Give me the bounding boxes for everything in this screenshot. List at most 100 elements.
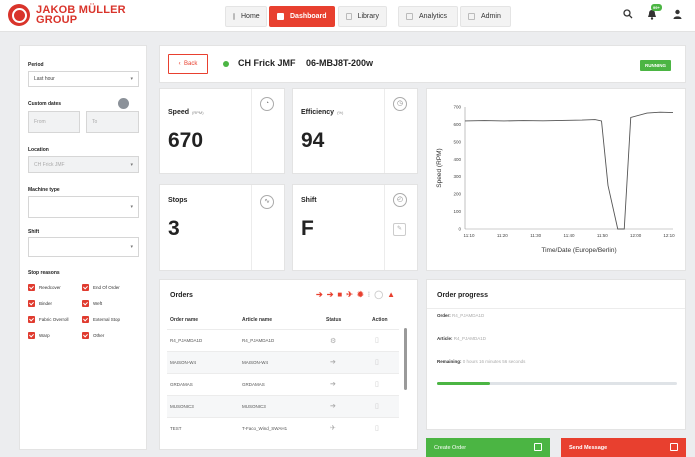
location-label: Location bbox=[28, 147, 49, 153]
nav-analytics[interactable]: Analytics bbox=[398, 6, 458, 27]
checkbox-checked-icon[interactable] bbox=[28, 316, 35, 323]
shift-label: Shift bbox=[28, 229, 40, 235]
pulse-icon: ∿ bbox=[260, 195, 274, 209]
shift-select[interactable]: ▾ bbox=[28, 237, 139, 257]
stops-value: 3 bbox=[168, 217, 180, 240]
x-tick-label: 11:40 bbox=[564, 233, 575, 238]
scrollbar[interactable] bbox=[404, 328, 407, 390]
checkbox-checked-icon[interactable] bbox=[82, 284, 89, 291]
order-progress-card: Order progress Order: R4_PJAMDA1D Articl… bbox=[426, 279, 686, 430]
nav-admin[interactable]: Admin bbox=[460, 6, 511, 27]
status-forward-icon: ➔ bbox=[330, 403, 336, 410]
add-icon bbox=[534, 443, 542, 451]
stops-card: Stops 3 ∿ bbox=[159, 184, 285, 271]
user-icon[interactable] bbox=[670, 9, 684, 23]
stop-reason-checkbox[interactable]: Reedcover bbox=[28, 284, 61, 291]
search-icon[interactable] bbox=[621, 9, 635, 23]
col-article-name: Article name bbox=[242, 317, 273, 323]
clock-icon: ◴ bbox=[393, 193, 407, 207]
bell-icon[interactable] bbox=[645, 9, 659, 23]
trash-icon[interactable]: ▯ bbox=[375, 424, 379, 432]
checkbox-checked-icon[interactable] bbox=[28, 300, 35, 307]
stop-reason-checkbox[interactable]: Other bbox=[82, 332, 104, 339]
x-tick-label: 11:20 bbox=[497, 233, 508, 238]
box-icon[interactable]: ■ bbox=[337, 290, 342, 299]
custom-dates-toggle[interactable] bbox=[118, 98, 129, 109]
table-row[interactable]: TEST T-Faco_Wind_SWAH1 ✈ ▯ bbox=[167, 417, 399, 439]
stopwatch-icon: ◷ bbox=[393, 97, 407, 111]
y-axis-title: Speed (RPM) bbox=[436, 148, 443, 187]
stop-reason-checkbox[interactable]: External Stop bbox=[82, 316, 120, 323]
trash-icon[interactable]: ▯ bbox=[375, 336, 379, 344]
location-select[interactable]: CH Frick JMF ▾ bbox=[28, 156, 139, 173]
home-icon bbox=[233, 13, 235, 20]
logo-line2: GROUP bbox=[36, 14, 78, 26]
orders-card: Orders ➔ ➔ ■ ✈ ✹ ⁝ ◯ ▲ Order name Articl… bbox=[159, 279, 418, 450]
table-row[interactable]: MAISON-W4 MAISON-W4 ➔ ▯ bbox=[167, 351, 399, 373]
stop-reason-checkbox[interactable]: End Of Order bbox=[82, 284, 120, 291]
message-icon bbox=[670, 443, 678, 451]
y-tick-label: 100 bbox=[453, 209, 461, 214]
forward-icon[interactable]: ➔ bbox=[316, 290, 323, 299]
speed-chart-card: 0 100 200 300 400 500 600 700 11:10 11:20 11:30 11:… bbox=[426, 88, 686, 271]
progress-fill bbox=[437, 382, 490, 385]
stop-reasons-label: Stop reasons bbox=[28, 270, 60, 276]
speed-value: 670 bbox=[168, 129, 204, 152]
company-logo[interactable]: JAKOB MÜLLER GROUP bbox=[8, 4, 126, 26]
filter-sidebar: Period Last hour ▾ Custom dates From To L… bbox=[19, 45, 147, 450]
checkbox-checked-icon[interactable] bbox=[28, 332, 35, 339]
stop-reason-checkbox[interactable]: Binder bbox=[28, 300, 52, 307]
shift-card: Shift F ◴ ✎ bbox=[292, 184, 418, 271]
y-tick-label: 500 bbox=[453, 139, 461, 144]
col-order-name: Order name bbox=[170, 317, 199, 323]
period-label: Period bbox=[28, 62, 44, 68]
machine-id: 06-MBJ8T-200w bbox=[306, 58, 374, 68]
checkbox-checked-icon[interactable] bbox=[82, 300, 89, 307]
stop-reason-checkbox[interactable]: Fabric Overroll bbox=[28, 316, 69, 323]
edit-icon[interactable]: ✎ bbox=[393, 223, 406, 236]
checkbox-checked-icon[interactable] bbox=[82, 332, 89, 339]
efficiency-value: 94 bbox=[301, 129, 325, 152]
col-action: Action bbox=[372, 317, 388, 323]
refresh-icon[interactable]: ◯ bbox=[374, 290, 383, 299]
status-badge: RUNNING bbox=[640, 60, 671, 71]
table-row[interactable]: GRDAMAS GRDAMAS ➔ ▯ bbox=[167, 373, 399, 395]
to-date-field[interactable]: To bbox=[86, 111, 139, 133]
nav-dashboard[interactable]: Dashboard bbox=[269, 6, 335, 27]
trash-icon[interactable]: ▯ bbox=[375, 402, 379, 410]
table-row[interactable]: R4_PJAMDA1D R4_PJAMDA1D ⚙ ▯ bbox=[167, 329, 399, 351]
progress-order: Order: R4_PJAMDA1D bbox=[437, 313, 485, 318]
create-order-button[interactable]: Create Order bbox=[426, 438, 550, 457]
col-status: Status bbox=[326, 317, 342, 323]
period-select[interactable]: Last hour ▾ bbox=[28, 71, 139, 87]
separator-icon: ⁝ bbox=[367, 290, 371, 299]
y-tick-label: 300 bbox=[453, 174, 461, 179]
y-tick-label: 600 bbox=[453, 122, 461, 127]
checkbox-checked-icon[interactable] bbox=[82, 316, 89, 323]
machine-type-select[interactable]: ▾ bbox=[28, 196, 139, 218]
trash-icon[interactable]: ▯ bbox=[375, 358, 379, 366]
table-row[interactable]: MUSONIC3 MUSONIC3 ➔ ▯ bbox=[167, 395, 399, 417]
orders-toolbar: ➔ ➔ ■ ✈ ✹ ⁝ ◯ ▲ bbox=[316, 290, 395, 299]
nav-library[interactable]: Library bbox=[338, 6, 387, 27]
y-tick-label: 0 bbox=[458, 227, 461, 232]
x-tick-label: 11:30 bbox=[530, 233, 541, 238]
y-tick-label: 400 bbox=[453, 157, 461, 162]
stop-reason-checkbox[interactable]: Weft bbox=[82, 300, 102, 307]
top-bar: JAKOB MÜLLER GROUP Home Dashboard Librar… bbox=[0, 0, 695, 32]
send-message-button[interactable]: Send Message bbox=[561, 438, 686, 457]
chevron-down-icon: ▾ bbox=[130, 244, 133, 250]
from-date-field[interactable]: From bbox=[28, 111, 80, 133]
library-icon bbox=[346, 13, 352, 20]
trash-icon[interactable]: ▯ bbox=[375, 380, 379, 388]
back-button[interactable]: ‹ Back bbox=[168, 54, 208, 74]
checkbox-checked-icon[interactable] bbox=[28, 284, 35, 291]
nav-home[interactable]: Home bbox=[225, 6, 267, 27]
warning-icon[interactable]: ▲ bbox=[387, 290, 395, 299]
settings-icon[interactable]: ✹ bbox=[357, 290, 364, 299]
send-icon[interactable]: ✈ bbox=[346, 290, 353, 299]
status-dot bbox=[223, 61, 229, 67]
admin-icon bbox=[468, 13, 475, 20]
stop-reason-checkbox[interactable]: Warp bbox=[28, 332, 50, 339]
fast-forward-icon[interactable]: ➔ bbox=[327, 290, 334, 299]
